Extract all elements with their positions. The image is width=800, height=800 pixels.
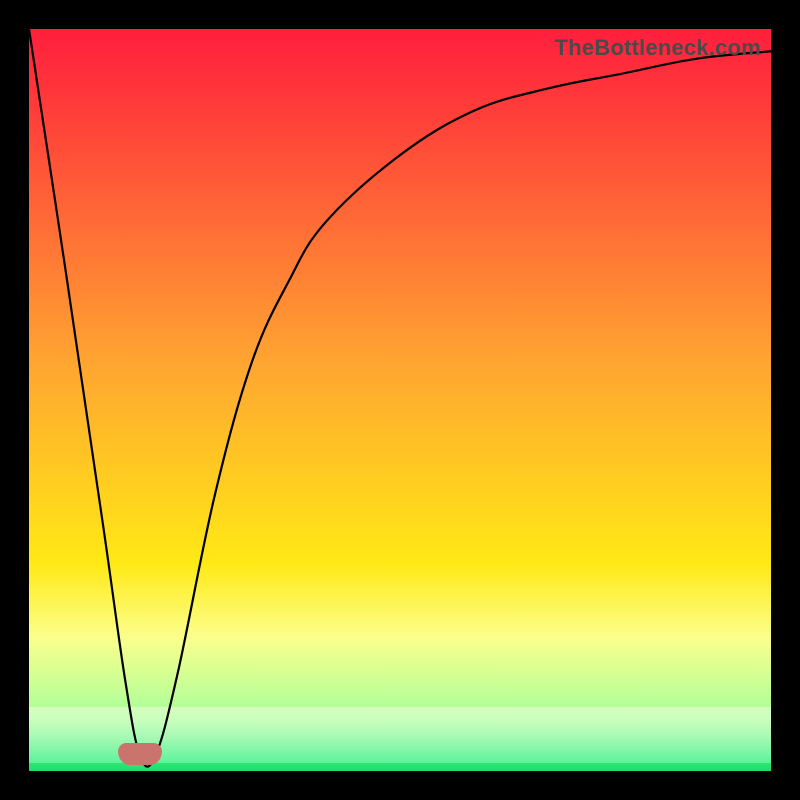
curve-path bbox=[29, 29, 771, 767]
curve-svg bbox=[29, 29, 771, 771]
watermark-text: TheBottleneck.com bbox=[555, 35, 761, 61]
chart-frame: TheBottleneck.com bbox=[0, 0, 800, 800]
plot-area: TheBottleneck.com bbox=[29, 29, 771, 771]
minimum-marker bbox=[118, 743, 162, 765]
